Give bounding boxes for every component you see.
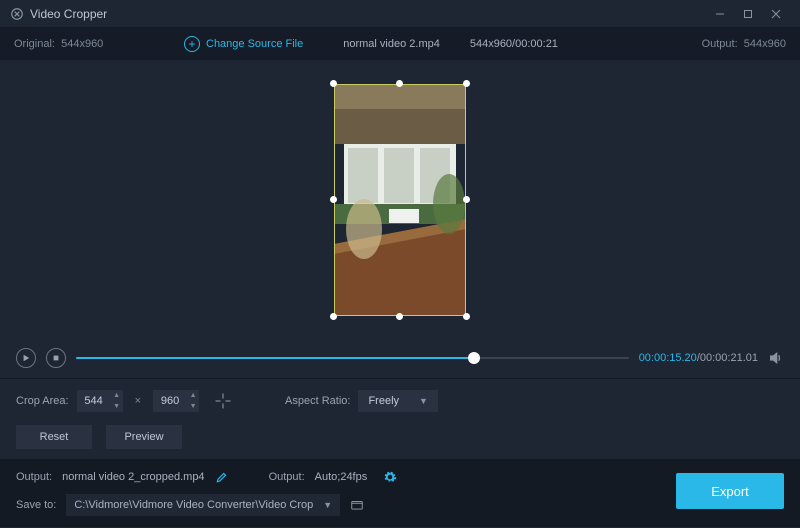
open-folder-icon[interactable]: [350, 498, 364, 512]
aspect-ratio-dropdown[interactable]: Freely ▼: [358, 390, 437, 412]
save-path-dropdown[interactable]: C:\Vidmore\Vidmore Video Converter\Video…: [66, 494, 340, 516]
width-up[interactable]: ▲: [111, 390, 123, 401]
bottom-panel: Output: normal video 2_cropped.mp4 Outpu…: [0, 459, 800, 527]
seek-slider[interactable]: [76, 357, 629, 359]
crop-width-input[interactable]: 544 ▲▼: [77, 390, 123, 412]
maximize-button[interactable]: [734, 4, 762, 24]
original-dimensions: Original: 544x960: [14, 38, 184, 50]
settings-gear-icon[interactable]: [383, 470, 397, 484]
preview-canvas[interactable]: [0, 60, 800, 340]
crop-height-input[interactable]: 960 ▲▼: [153, 390, 199, 412]
export-button[interactable]: Export: [676, 473, 784, 509]
play-button[interactable]: [16, 348, 36, 368]
crop-handle-w[interactable]: [330, 196, 337, 203]
preview-button[interactable]: Preview: [106, 425, 182, 449]
crop-handle-s[interactable]: [396, 313, 403, 320]
change-source-button[interactable]: + Change Source File: [184, 36, 303, 52]
output-spec-label: Output:: [269, 471, 305, 483]
playback-controls: 00:00:15.20/00:00:21.01: [0, 340, 800, 376]
aspect-ratio-label: Aspect Ratio:: [285, 395, 350, 407]
stop-button[interactable]: [46, 348, 66, 368]
output-file-label: Output:: [16, 471, 52, 483]
reset-button[interactable]: Reset: [16, 425, 92, 449]
height-up[interactable]: ▲: [187, 390, 199, 401]
minimize-button[interactable]: [706, 4, 734, 24]
app-icon: [10, 7, 24, 21]
volume-icon[interactable]: [768, 350, 784, 366]
seek-thumb[interactable]: [468, 352, 480, 364]
action-buttons-row: Reset Preview: [0, 421, 800, 459]
chevron-down-icon: ▼: [419, 396, 428, 406]
plus-circle-icon: +: [184, 36, 200, 52]
crop-frame[interactable]: [334, 84, 466, 316]
output-filename: normal video 2_cropped.mp4: [62, 471, 204, 483]
save-to-label: Save to:: [16, 499, 56, 511]
chevron-down-icon: ▼: [323, 500, 332, 510]
crop-settings-row: Crop Area: 544 ▲▼ × 960 ▲▼ Aspect Ratio:…: [0, 381, 800, 421]
multiply-icon: ×: [135, 395, 141, 407]
crop-area-label: Crop Area:: [16, 395, 69, 407]
height-down[interactable]: ▼: [187, 401, 199, 412]
width-down[interactable]: ▼: [111, 401, 123, 412]
titlebar: Video Cropper: [0, 0, 800, 28]
source-filename: normal video 2.mp4: [343, 38, 440, 50]
playback-time: 00:00:15.20/00:00:21.01: [639, 352, 758, 364]
edit-filename-icon[interactable]: [215, 470, 229, 484]
source-dims-duration: 544x960/00:00:21: [470, 38, 558, 50]
crop-handle-e[interactable]: [463, 196, 470, 203]
output-spec-value: Auto;24fps: [315, 471, 368, 483]
crop-handle-ne[interactable]: [463, 80, 470, 87]
close-button[interactable]: [762, 4, 790, 24]
crop-handle-sw[interactable]: [330, 313, 337, 320]
crop-handle-n[interactable]: [396, 80, 403, 87]
window-title: Video Cropper: [30, 7, 107, 21]
output-dimensions: Output: 544x960: [558, 38, 786, 50]
source-info-bar: Original: 544x960 + Change Source File n…: [0, 28, 800, 60]
crop-handle-nw[interactable]: [330, 80, 337, 87]
center-crop-icon[interactable]: [211, 389, 235, 413]
crop-handle-se[interactable]: [463, 313, 470, 320]
